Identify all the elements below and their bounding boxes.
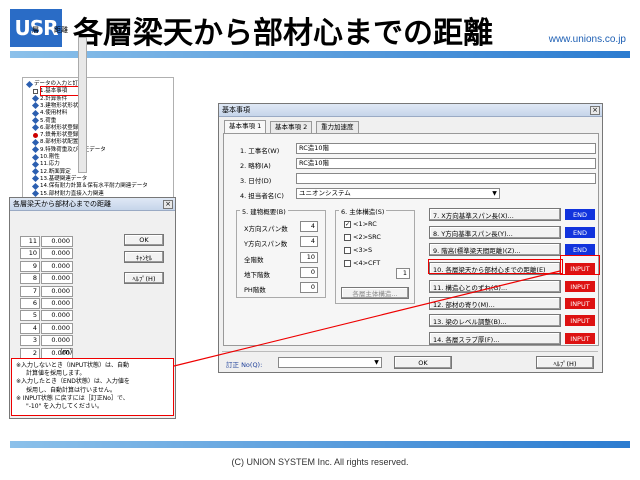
copyright: (C) UNION SYSTEM Inc. All rights reserve… [231, 457, 409, 467]
connector-line [173, 270, 561, 367]
footer-divider [10, 441, 630, 448]
